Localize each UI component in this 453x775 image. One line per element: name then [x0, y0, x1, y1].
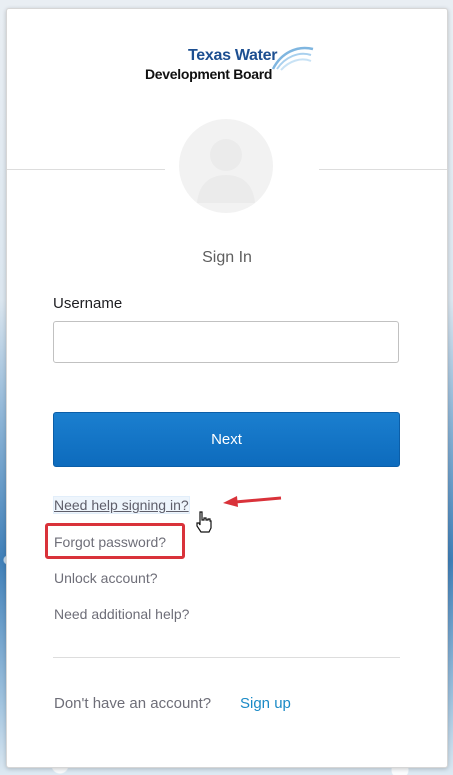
sign-in-card: Texas Water Development Board Sign In Us… — [6, 8, 448, 768]
avatar — [179, 119, 273, 213]
next-button[interactable]: Next — [53, 412, 400, 467]
username-label: Username — [53, 295, 123, 312]
header-divider-left — [7, 169, 165, 170]
footer-divider — [53, 657, 400, 658]
page-title: Sign In — [202, 249, 252, 266]
username-input[interactable] — [53, 321, 399, 363]
need-help-link[interactable]: Need help signing in? — [54, 497, 189, 513]
signup-link[interactable]: Sign up — [240, 695, 291, 712]
no-account-text: Don't have an account? — [54, 695, 212, 712]
need-additional-help-link[interactable]: Need additional help? — [54, 606, 189, 622]
forgot-password-link[interactable]: Forgot password? — [54, 534, 166, 550]
header-divider-right — [319, 169, 447, 170]
twdb-logo: Texas Water Development Board — [145, 43, 315, 93]
logo-line-2: Development Board — [145, 66, 273, 82]
hand-cursor-icon — [196, 511, 212, 533]
annotation-arrow-icon — [223, 496, 282, 507]
water-splash-logo — [271, 46, 314, 71]
avatar-placeholder-icon — [197, 139, 255, 203]
logo-line-1: Texas Water — [188, 47, 278, 64]
unlock-account-link[interactable]: Unlock account? — [54, 570, 158, 586]
